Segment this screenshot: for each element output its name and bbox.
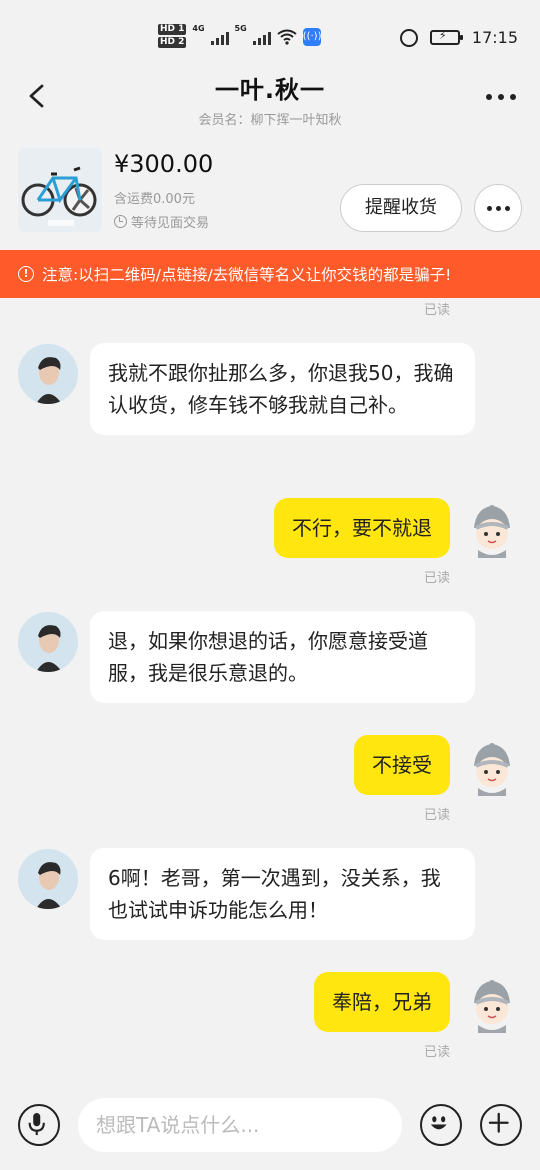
trade-status: 等待见面交易 xyxy=(114,212,209,231)
status-right: 17:15 xyxy=(399,28,518,47)
cartoon-avatar-icon xyxy=(474,505,510,558)
message-bubble-sent[interactable]: 不接受 xyxy=(354,735,450,795)
voice-button[interactable] xyxy=(18,1104,60,1146)
user-photo-icon xyxy=(18,344,78,404)
fraud-warning-banner: ! 注意:以扫二维码/点链接/去微信等名义让你交钱的都是骗子! xyxy=(0,250,540,298)
member-name: 会员名：柳下挥一叶知秋 xyxy=(198,113,342,128)
hd-icon: HD 1 HD 2 xyxy=(158,24,187,50)
cartoon-avatar-icon xyxy=(474,743,510,796)
warning-icon: ! xyxy=(18,266,34,282)
message-bubble-received[interactable]: 退，如果你想退的话，你愿意接受道服，我是很乐意退的。 xyxy=(90,611,475,703)
message-bubble-received[interactable]: 我就不跟你扯那么多，你退我50，我确认收货，修车钱不够我就自己补。 xyxy=(90,343,475,435)
battery-charging-icon xyxy=(429,29,463,45)
bicycle-icon xyxy=(18,148,102,232)
title-block: 一叶.秋一 会员名：柳下挥一叶知秋 xyxy=(0,70,540,128)
hotspot-icon: ((·)) xyxy=(302,28,321,46)
hd2-label: HD 2 xyxy=(158,37,187,48)
self-avatar[interactable] xyxy=(468,977,516,1033)
microphone-icon xyxy=(28,1113,45,1136)
user-photo-icon xyxy=(18,612,78,672)
page-title: 一叶.秋一 xyxy=(214,76,326,104)
read-receipt: 已读 xyxy=(423,1045,450,1060)
trade-status-label: 等待见面交易 xyxy=(131,216,210,231)
warning-text: 注意:以扫二维码/点链接/去微信等名义让你交钱的都是骗子! xyxy=(42,266,452,284)
signal-icon-2 xyxy=(252,29,271,45)
network-5g-label: 5G xyxy=(234,24,247,33)
card-more-button[interactable] xyxy=(474,184,522,232)
emoji-button[interactable] xyxy=(420,1104,462,1146)
product-image[interactable] xyxy=(18,148,102,232)
message-input[interactable] xyxy=(78,1098,402,1152)
shipping-fee: 含运费0.00元 xyxy=(114,192,195,207)
remind-receipt-button[interactable]: 提醒收货 xyxy=(340,184,462,232)
self-avatar[interactable] xyxy=(468,502,516,558)
status-time: 17:15 xyxy=(471,28,518,47)
wifi-icon xyxy=(277,29,297,45)
message-bubble-sent[interactable]: 不行，要不就退 xyxy=(274,498,450,558)
hd1-label: HD 1 xyxy=(158,24,187,35)
alarm-icon xyxy=(399,28,418,47)
status-left: HD 1 HD 2 4G 5G ((·)) xyxy=(158,24,321,50)
signal-icon xyxy=(210,29,229,45)
smiley-icon xyxy=(430,1116,447,1130)
message-bubble-received[interactable]: 6啊！老哥，第一次遇到，没关系，我也试试申诉功能怎么用！ xyxy=(90,848,475,940)
avatar[interactable] xyxy=(18,612,78,672)
more-options-icon[interactable] xyxy=(486,94,516,100)
status-bar: HD 1 HD 2 4G 5G ((·)) 17:15 xyxy=(0,0,540,72)
add-button[interactable] xyxy=(480,1104,522,1146)
read-receipt: 已读 xyxy=(423,303,450,318)
order-card: ¥300.00 含运费0.00元 等待见面交易 提醒收货 xyxy=(0,140,540,248)
clock-icon xyxy=(114,215,127,228)
self-avatar[interactable] xyxy=(468,740,516,796)
order-price: ¥300.00 xyxy=(114,150,214,178)
chat-header: 一叶.秋一 会员名：柳下挥一叶知秋 xyxy=(0,64,540,132)
read-receipt: 已读 xyxy=(423,571,450,586)
network-4g-label: 4G xyxy=(192,24,205,33)
avatar[interactable] xyxy=(18,344,78,404)
input-bar xyxy=(0,1086,540,1170)
read-receipt: 已读 xyxy=(423,808,450,823)
plus-icon xyxy=(488,1112,509,1133)
avatar[interactable] xyxy=(18,849,78,909)
message-bubble-sent[interactable]: 奉陪，兄弟 xyxy=(314,972,450,1032)
user-photo-icon xyxy=(18,849,78,909)
cartoon-avatar-icon xyxy=(474,980,510,1033)
